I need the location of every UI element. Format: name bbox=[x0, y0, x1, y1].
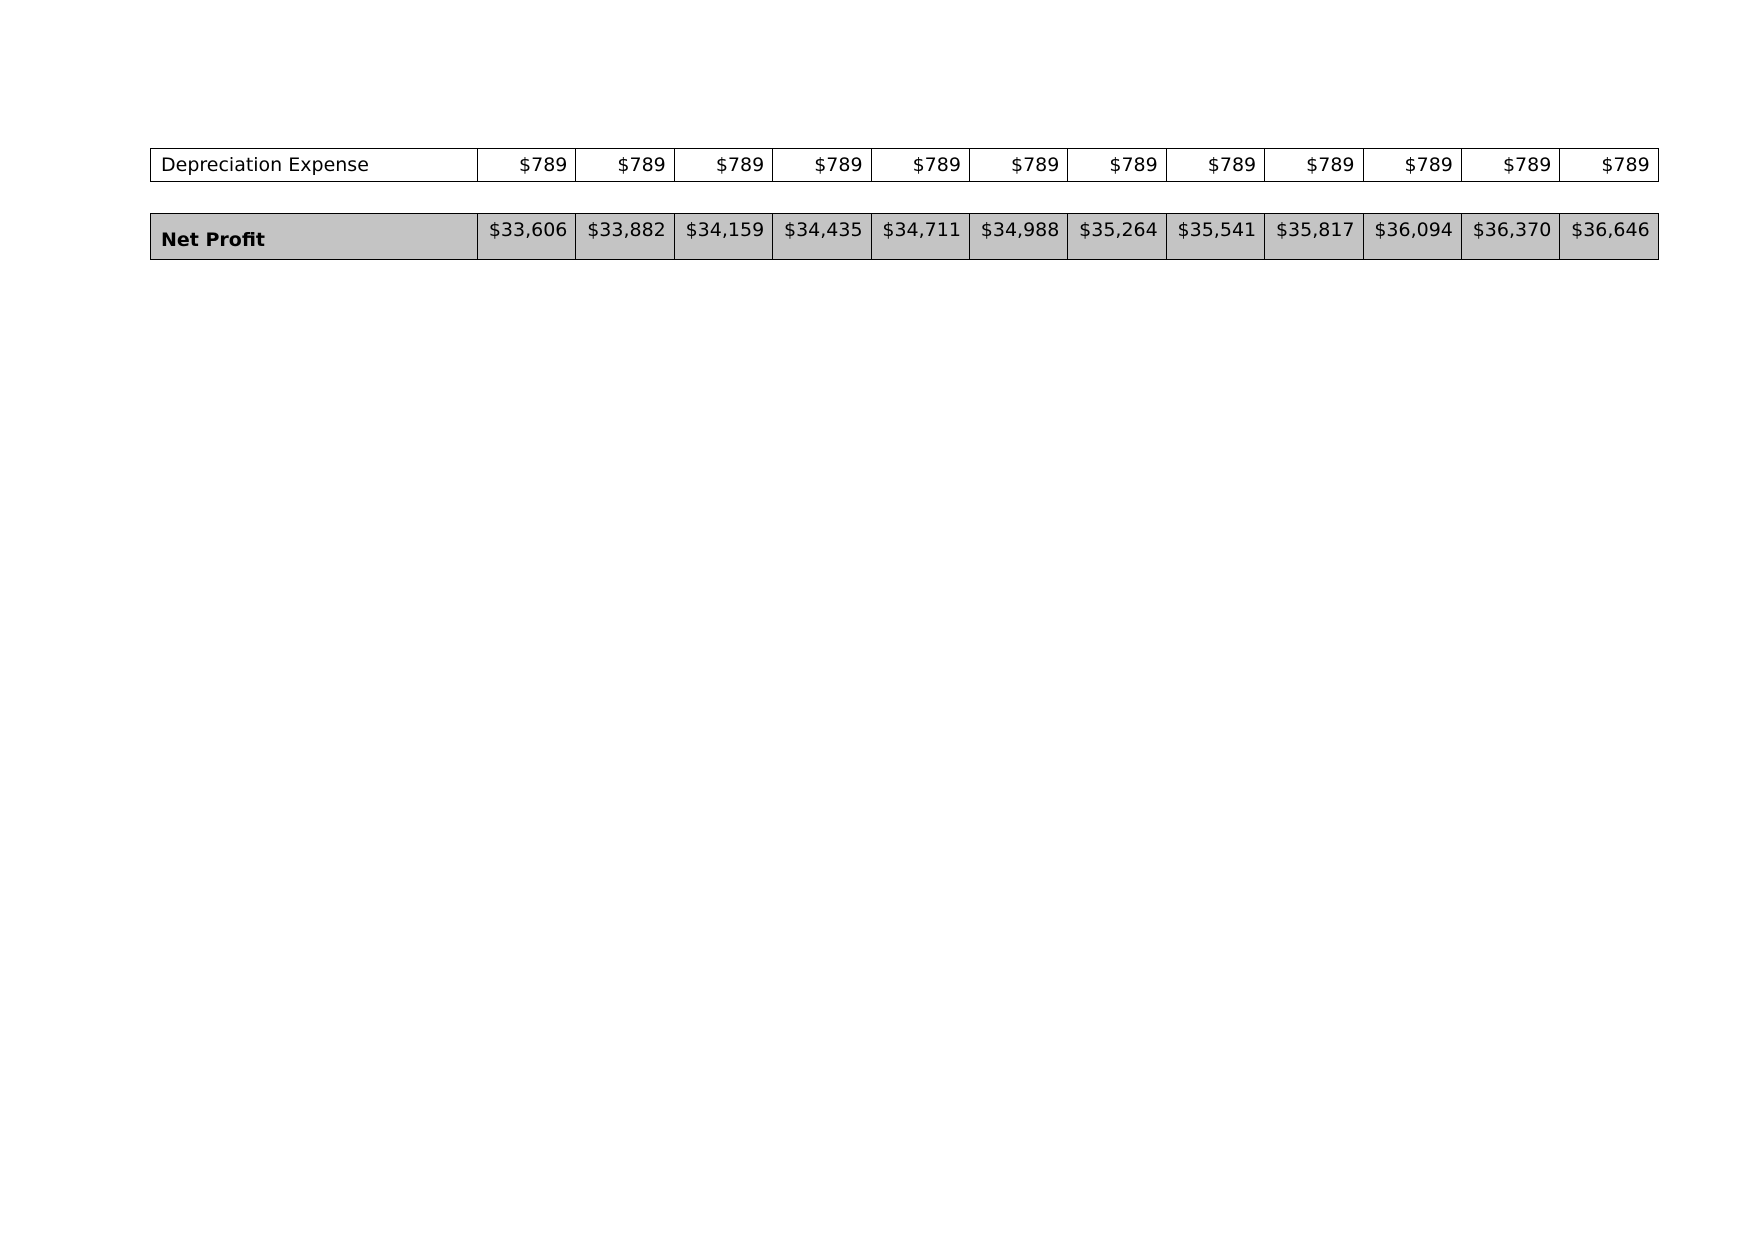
cell-depreciation-5: $789 bbox=[870, 148, 970, 182]
cell-net-profit-4: $34,435 bbox=[772, 213, 872, 260]
cell-depreciation-10: $789 bbox=[1362, 148, 1462, 182]
row-label-depreciation-expense: Depreciation Expense bbox=[150, 148, 478, 182]
cell-net-profit-6: $34,988 bbox=[968, 213, 1069, 260]
cell-net-profit-10: $36,094 bbox=[1362, 213, 1462, 260]
cell-depreciation-8: $789 bbox=[1165, 148, 1266, 182]
cell-net-profit-9: $35,817 bbox=[1264, 213, 1364, 260]
cell-net-profit-5: $34,711 bbox=[870, 213, 970, 260]
cell-depreciation-4: $789 bbox=[772, 148, 872, 182]
cell-depreciation-2: $789 bbox=[575, 148, 675, 182]
cell-net-profit-12: $36,646 bbox=[1559, 213, 1659, 260]
cell-depreciation-6: $789 bbox=[968, 148, 1069, 182]
cell-depreciation-12: $789 bbox=[1559, 148, 1659, 182]
row-label-net-profit: Net Profit bbox=[150, 213, 478, 260]
cell-net-profit-11: $36,370 bbox=[1460, 213, 1561, 260]
table-row: Depreciation Expense $789 $789 $789 $789… bbox=[150, 148, 1659, 182]
net-profit-body: Net Profit $33,606 $33,882 $34,159 $34,4… bbox=[150, 213, 1659, 260]
cell-net-profit-8: $35,541 bbox=[1165, 213, 1266, 260]
depreciation-expense-body: Depreciation Expense $789 $789 $789 $789… bbox=[150, 148, 1659, 182]
cell-net-profit-2: $33,882 bbox=[575, 213, 675, 260]
cell-net-profit-7: $35,264 bbox=[1067, 213, 1167, 260]
table-row: Net Profit $33,606 $33,882 $34,159 $34,4… bbox=[150, 213, 1659, 260]
depreciation-expense-table: Depreciation Expense $789 $789 $789 $789… bbox=[150, 148, 1659, 182]
cell-net-profit-1: $33,606 bbox=[476, 213, 577, 260]
cell-depreciation-7: $789 bbox=[1067, 148, 1167, 182]
cell-depreciation-9: $789 bbox=[1264, 148, 1364, 182]
net-profit-table: Net Profit $33,606 $33,882 $34,159 $34,4… bbox=[150, 213, 1659, 260]
cell-net-profit-3: $34,159 bbox=[673, 213, 774, 260]
cell-depreciation-3: $789 bbox=[673, 148, 774, 182]
cell-depreciation-1: $789 bbox=[476, 148, 577, 182]
cell-depreciation-11: $789 bbox=[1460, 148, 1561, 182]
document-page: Depreciation Expense $789 $789 $789 $789… bbox=[0, 0, 1754, 1241]
